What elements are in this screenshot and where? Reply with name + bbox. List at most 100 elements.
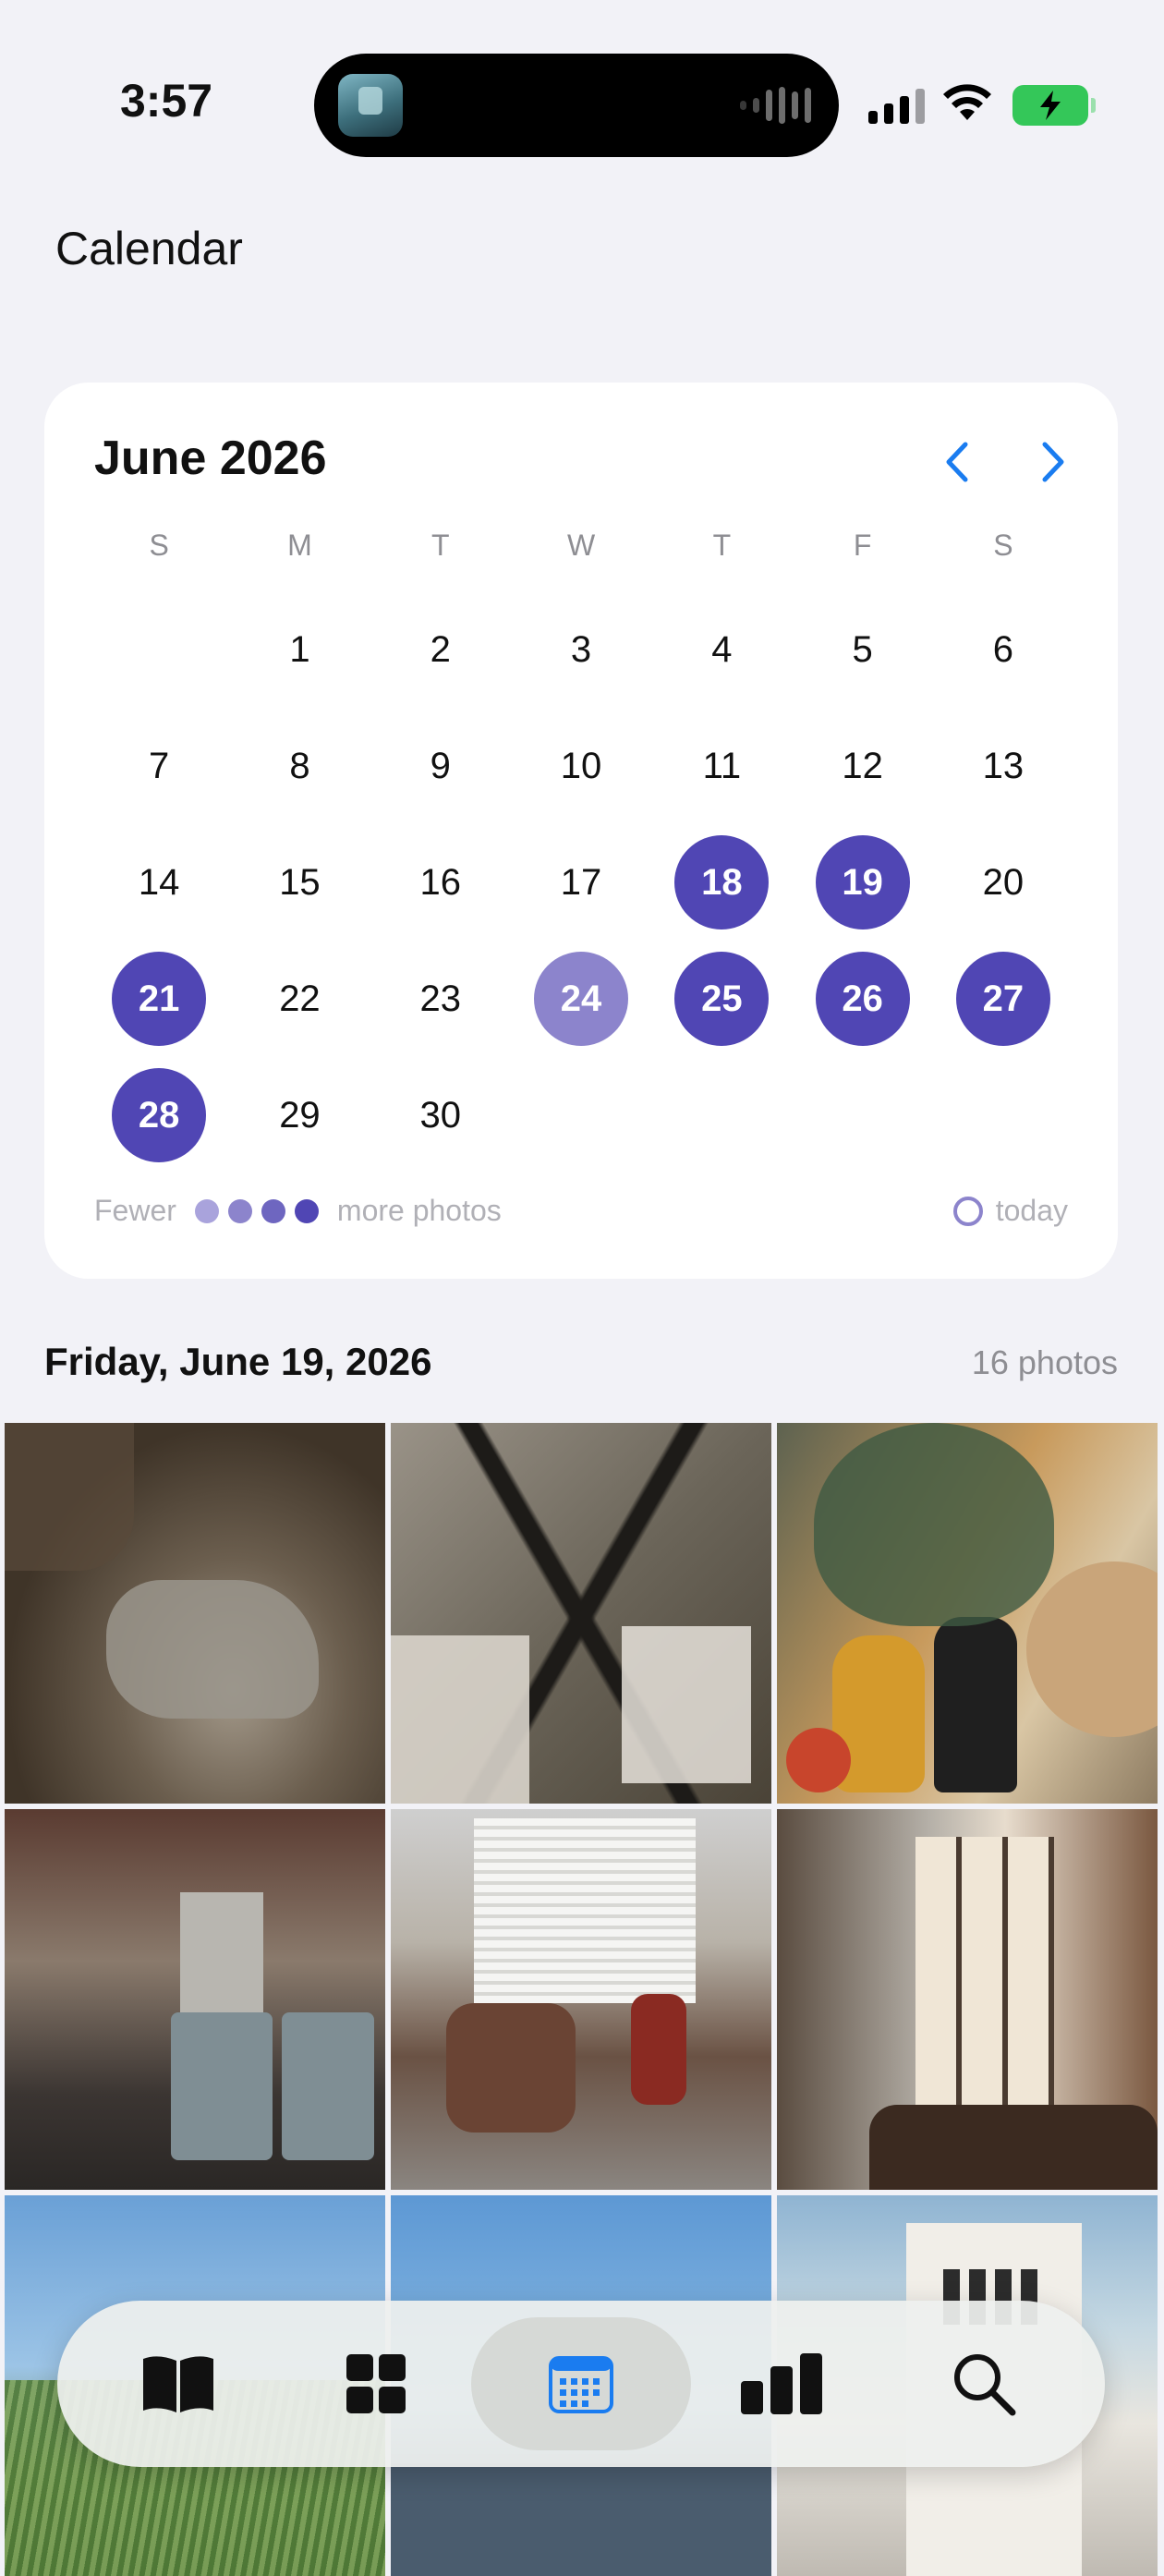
photo-detail: [934, 1617, 1017, 1792]
search-icon: [954, 2354, 1016, 2416]
calendar-day-label: 10: [560, 745, 602, 786]
calendar-empty-cell: [89, 591, 229, 708]
book-icon: [143, 2356, 213, 2412]
selected-date-title: Friday, June 19, 2026: [44, 1340, 432, 1383]
photo-count: 16 photos: [971, 1343, 1118, 1381]
calendar-day-label: 23: [419, 978, 461, 1019]
calendar-day-label: 12: [842, 745, 883, 786]
calendar-day[interactable]: 6: [933, 591, 1073, 708]
calendar-day[interactable]: 13: [933, 708, 1073, 824]
calendar-day[interactable]: 11: [651, 708, 792, 824]
calendar-day-label: 25: [674, 952, 770, 1046]
dynamic-island[interactable]: [314, 54, 839, 157]
photo-door-window[interactable]: [777, 1809, 1158, 2190]
today-legend: today: [952, 1194, 1068, 1228]
photo-detail: [391, 2463, 771, 2576]
calendar-day[interactable]: 19: [792, 824, 932, 941]
calendar-day[interactable]: 4: [651, 591, 792, 708]
calendar-day[interactable]: 12: [792, 708, 932, 824]
calendar-day[interactable]: 24: [511, 941, 651, 1057]
cellular-signal-icon: [868, 89, 925, 124]
calendar-day-label: 21: [112, 952, 207, 1046]
photo-detail: [814, 1423, 1054, 1626]
calendar-card: June 2026 SMTWTFS 1 2 3 4 5 6 7 8 9 10 11 12 13 14 15 1…: [44, 383, 1118, 1279]
photo-blanket-sock[interactable]: [5, 1423, 385, 1804]
weekday-label: S: [993, 529, 1013, 562]
today-ring-icon: [952, 1196, 983, 1226]
calendar-day[interactable]: 9: [370, 708, 511, 824]
calendar-day[interactable]: 14: [89, 824, 229, 941]
calendar-day[interactable]: 29: [229, 1057, 370, 1173]
tab-stats[interactable]: [673, 2317, 892, 2450]
calendar-day[interactable]: 26: [792, 941, 932, 1057]
photo-detail: [282, 2012, 374, 2160]
weekday-label: T: [430, 529, 450, 562]
status-time: 3:57: [120, 75, 213, 127]
calendar-day[interactable]: 25: [651, 941, 792, 1057]
calendar-day[interactable]: 3: [511, 591, 651, 708]
calendar-day-label: 24: [534, 952, 629, 1046]
calendar-day[interactable]: 8: [229, 708, 370, 824]
calendar-day-label: 16: [419, 861, 461, 903]
next-month-button[interactable]: [1025, 434, 1081, 490]
calendar-day-label: 9: [430, 745, 451, 786]
photo-detail: [106, 1580, 319, 1719]
calendar-day-label: 30: [419, 1094, 461, 1136]
page-title: Calendar: [55, 223, 243, 274]
tab-bar: [57, 2301, 1105, 2467]
grid-icon: [346, 2354, 406, 2413]
calendar-day-label: 13: [982, 745, 1025, 786]
chevron-left-icon: [946, 442, 968, 482]
photo-drying-rack[interactable]: [391, 1423, 771, 1804]
weekday-label: T: [712, 529, 732, 562]
calendar-day[interactable]: 20: [933, 824, 1073, 941]
weekday-label: M: [287, 529, 312, 562]
photo-detail: [622, 1626, 751, 1783]
calendar-day-label: 1: [289, 628, 310, 670]
calendar-day-label: 20: [982, 861, 1025, 903]
calendar-day[interactable]: 5: [792, 591, 932, 708]
calendar-day[interactable]: 16: [370, 824, 511, 941]
photo-vase-plant[interactable]: [777, 1423, 1158, 1804]
calendar-day[interactable]: 18: [651, 824, 792, 941]
calendar-day-label: 6: [992, 628, 1014, 670]
calendar-day-grid: 1 2 3 4 5 6 7 8 9 10 11 12 13 14 15 16 17 18 19 20 21 22 23 24 2…: [89, 591, 1073, 1173]
calendar-day-label: 5: [852, 628, 873, 670]
calendar-day[interactable]: 7: [89, 708, 229, 824]
tab-search[interactable]: [874, 2317, 1094, 2450]
tab-grid[interactable]: [266, 2317, 486, 2450]
today-label: today: [995, 1194, 1068, 1227]
calendar-day[interactable]: 30: [370, 1057, 511, 1173]
legend-fewer-label: Fewer: [94, 1194, 176, 1227]
photo-detail: [474, 1818, 696, 2003]
legend-dot: [294, 1198, 319, 1223]
photo-detail: [915, 1837, 1054, 2132]
calendar-day-label: 29: [279, 1094, 321, 1136]
calendar-day[interactable]: 21: [89, 941, 229, 1057]
calendar-day[interactable]: 28: [89, 1057, 229, 1173]
tab-calendar[interactable]: [471, 2317, 691, 2450]
calendar-day[interactable]: 17: [511, 824, 651, 941]
photo-kitchen[interactable]: [5, 1809, 385, 2190]
calendar-day-label: 17: [560, 861, 602, 903]
legend-dot: [227, 1198, 252, 1223]
photo-detail: [171, 2012, 273, 2160]
tab-library[interactable]: [68, 2317, 288, 2450]
calendar-day[interactable]: 27: [933, 941, 1073, 1057]
calendar-day[interactable]: 22: [229, 941, 370, 1057]
photo-armchair-office[interactable]: [391, 1809, 771, 2190]
calendar-day[interactable]: 10: [511, 708, 651, 824]
photo-detail: [786, 1728, 851, 1792]
legend-more-label: more photos: [336, 1194, 502, 1227]
photo-detail: [1026, 1561, 1158, 1737]
calendar-day[interactable]: 23: [370, 941, 511, 1057]
calendar-day[interactable]: 2: [370, 591, 511, 708]
weekday-label: S: [149, 529, 169, 562]
weekday-header: SMTWTFS: [89, 529, 1073, 563]
calendar-day[interactable]: 1: [229, 591, 370, 708]
previous-month-button[interactable]: [929, 434, 985, 490]
calendar-day[interactable]: 15: [229, 824, 370, 941]
calendar-day-label: 2: [430, 628, 451, 670]
calendar-day-label: 14: [138, 861, 180, 903]
photo-detail: [869, 2105, 1158, 2190]
